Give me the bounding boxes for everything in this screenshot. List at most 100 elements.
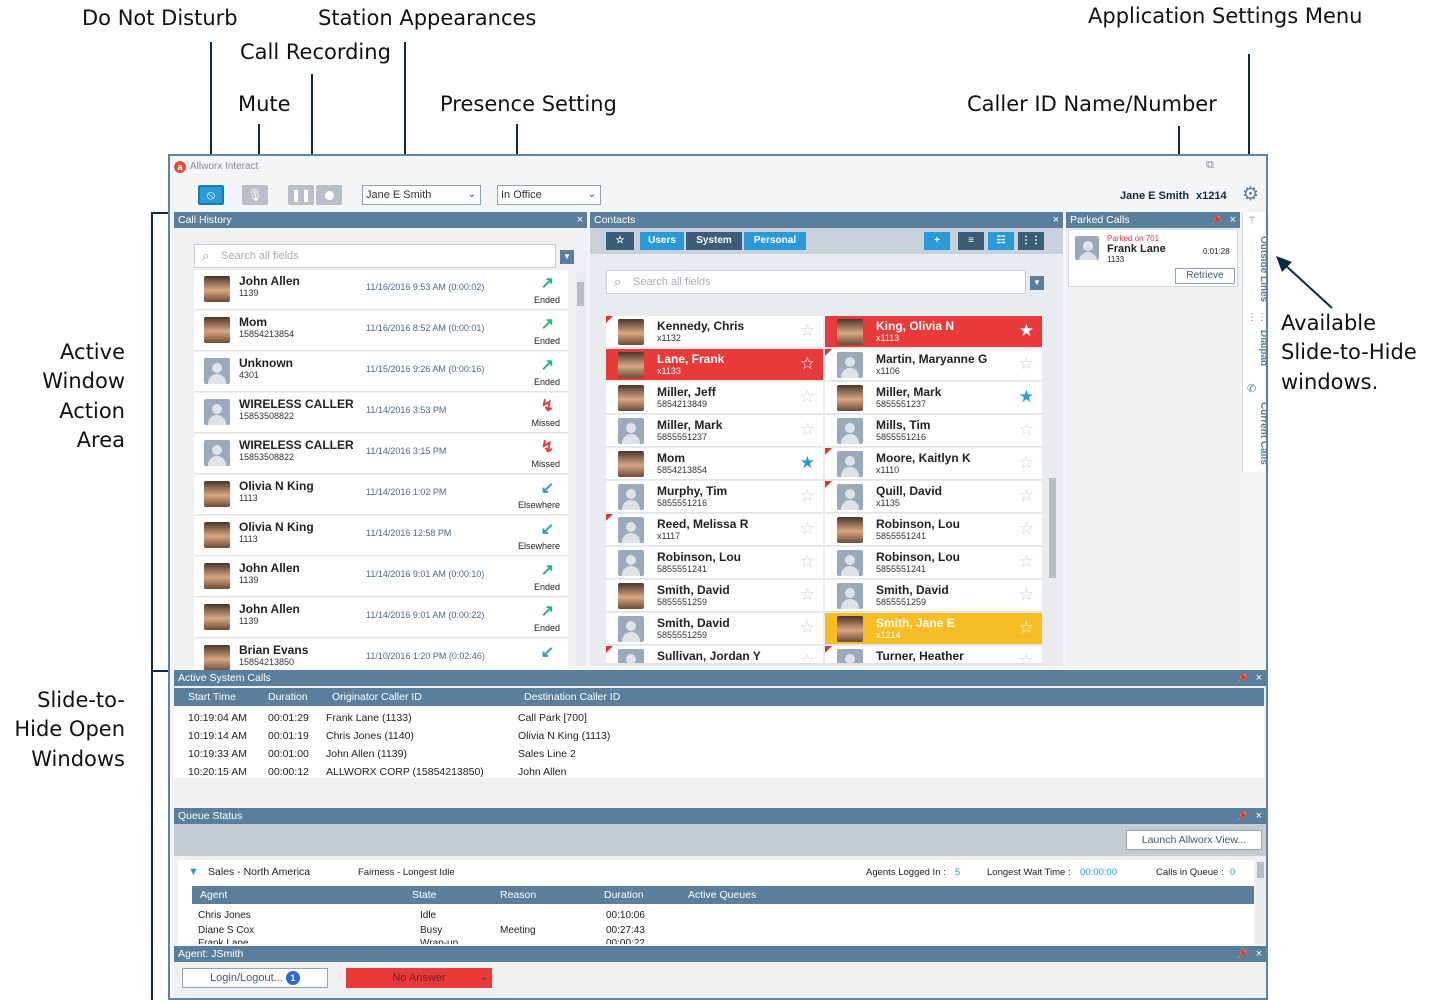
favorite-star-icon[interactable]: ☆ (1019, 552, 1034, 572)
favorite-star-icon[interactable]: ☆ (800, 387, 815, 407)
retrieve-button[interactable]: Retrieve (1175, 268, 1235, 284)
expand-caret-icon[interactable]: ▼ (188, 866, 199, 878)
contact-card[interactable]: King, Olivia Nx1113 ★ (825, 316, 1042, 348)
contact-card[interactable]: Smith, David 5855551259 ☆ (825, 580, 1042, 612)
call-history-row[interactable]: Unknown 4301 11/15/2016 9:26 AM (0:00:16) ↗… (194, 352, 568, 392)
contact-card[interactable]: Miller, Mark 5855551237 ☆ (606, 415, 823, 447)
column-state[interactable]: State (412, 889, 437, 901)
close-icon[interactable]: × (1256, 670, 1262, 686)
call-history-row[interactable]: Mom 15854213854 11/16/2016 8:52 AM (0:00:0… (194, 311, 568, 351)
call-history-row[interactable]: Olivia N King 1113 11/14/2016 1:02 PM ↙ Else… (194, 475, 568, 515)
login-logout-button[interactable]: Login/Logout... 1 (182, 968, 328, 988)
favorite-star-icon[interactable]: ☆ (800, 585, 815, 605)
favorite-star-icon[interactable]: ☆ (1019, 354, 1034, 374)
do-not-disturb-button[interactable]: ⦸ (198, 185, 224, 205)
contact-card[interactable]: Lane, Frank x1133 ☆ (606, 349, 823, 381)
contact-card[interactable]: Miller, Jeff 5854213849 ☆ (606, 382, 823, 414)
launch-allworx-view-button[interactable]: Launch Allworx View... (1126, 830, 1262, 850)
scroll-thumb[interactable] (1257, 862, 1264, 878)
contact-card[interactable]: Mom 5854213854 ★ (606, 448, 823, 480)
record-button[interactable] (316, 185, 342, 205)
favorite-star-icon[interactable]: ☆ (1019, 453, 1034, 473)
contact-card[interactable]: Robinson, Lou 5855551241 ☆ (825, 547, 1042, 579)
close-icon[interactable]: × (1230, 212, 1236, 228)
contact-card[interactable]: Robinson, Lou 5855551241 ☆ (825, 514, 1042, 546)
column-reason[interactable]: Reason (500, 889, 536, 901)
contact-card[interactable]: Kennedy, Chris x1132 ☆ (606, 316, 823, 348)
column-duration[interactable]: Duration (604, 889, 644, 901)
call-history-row[interactable]: Olivia N King 1113 11/14/2016 12:58 PM ↙ Els… (194, 516, 568, 556)
contact-card[interactable]: Smith, David 5855551259 ☆ (606, 613, 823, 645)
filter-dropdown-button[interactable]: ▼ (560, 250, 574, 264)
agent-status-select[interactable]: No Answer ⌄ (346, 968, 492, 988)
column-duration[interactable]: Duration (268, 691, 308, 703)
contact-card[interactable]: Smith, David 5855551259 ☆ (606, 580, 823, 612)
contact-card[interactable]: Smith, Jane Ex1214 ☆ (825, 613, 1042, 645)
grid-view-button[interactable]: ⋮⋮ (1018, 232, 1044, 250)
contact-card[interactable]: Mills, Tim 5855551216 ☆ (825, 415, 1042, 447)
column-active-queues[interactable]: Active Queues (688, 889, 756, 901)
call-history-scrollbar[interactable] (576, 272, 585, 666)
column-originator[interactable]: Originator Caller ID (332, 691, 422, 703)
column-agent[interactable]: Agent (200, 889, 227, 901)
columns-view-button[interactable]: ☷ (988, 232, 1014, 250)
scroll-thumb[interactable] (1049, 478, 1056, 578)
pin-icon[interactable]: 📌 (1237, 946, 1248, 962)
tab-current-calls[interactable]: Current Calls (1245, 402, 1266, 465)
settings-gear-icon[interactable]: ⚙ (1242, 183, 1259, 206)
tab-system[interactable]: System (686, 232, 742, 250)
favorite-star-icon[interactable]: ☆ (800, 651, 815, 663)
favorite-star-icon[interactable]: ☆ (800, 354, 815, 374)
favorite-star-icon[interactable]: ☆ (1019, 618, 1034, 638)
parked-call-card[interactable]: Parked on 701 Frank Lane 1133 0:01:28 Re… (1068, 229, 1238, 287)
contact-card[interactable]: Moore, Kaitlyn Kx1110 ☆ (825, 448, 1042, 480)
pin-icon[interactable]: 📌 (1211, 212, 1222, 228)
favorite-star-icon[interactable]: ☆ (800, 618, 815, 638)
close-icon[interactable]: × (1256, 946, 1262, 962)
filter-dropdown-button[interactable]: ▼ (1030, 276, 1044, 290)
favorite-star-icon[interactable]: ☆ (1019, 585, 1034, 605)
contact-card[interactable]: Martin, Maryanne Gx1106 ☆ (825, 349, 1042, 381)
column-destination[interactable]: Destination Caller ID (524, 691, 620, 703)
contacts-search-input[interactable]: ⌕ Search all fields (606, 270, 1026, 294)
call-history-row[interactable]: John Allen 1139 11/16/2016 9:53 AM (0:00:0… (194, 270, 568, 310)
contact-card[interactable]: Quill, David x1135 ☆ (825, 481, 1042, 513)
contact-card[interactable]: Miller, Mark 5855551237 ★ (825, 382, 1042, 414)
pin-icon[interactable]: 📌 (1237, 670, 1248, 686)
contact-card[interactable]: Robinson, Lou 5855551241 ☆ (606, 547, 823, 579)
favorite-star-icon[interactable]: ☆ (1019, 486, 1034, 506)
mute-button[interactable]: 🎙 (242, 185, 268, 205)
favorite-star-icon[interactable]: ☆ (800, 321, 815, 341)
tab-dialpad[interactable]: Dialpad (1245, 330, 1266, 366)
call-history-search-input[interactable]: ⌕ Search all fields (194, 244, 556, 268)
station-appearance-select[interactable]: Jane E Smith ⌄ (362, 185, 481, 205)
favorite-star-icon[interactable]: ☆ (1019, 651, 1034, 663)
contacts-scrollbar[interactable] (1048, 308, 1057, 666)
favorite-star-icon[interactable]: ☆ (1019, 519, 1034, 539)
contact-card[interactable]: Sullivan, Jordan Y ☆ (606, 646, 823, 664)
column-start-time[interactable]: Start Time (188, 691, 236, 703)
favorite-star-icon[interactable]: ☆ (800, 486, 815, 506)
tab-outside-lines[interactable]: Outside Lines (1245, 236, 1266, 302)
tab-users[interactable]: Users (640, 232, 684, 250)
tab-personal[interactable]: Personal (744, 232, 806, 250)
restore-window-icon[interactable]: ⧉ (1206, 159, 1214, 172)
scroll-thumb[interactable] (577, 282, 584, 306)
close-icon[interactable]: × (1256, 808, 1262, 824)
favorite-star-icon[interactable]: ★ (800, 453, 815, 473)
list-view-button[interactable]: ≡ (958, 232, 984, 250)
call-history-row[interactable]: John Allen 1139 11/14/2016 9:01 AM (0:00:2… (194, 598, 568, 638)
favorite-star-icon[interactable]: ★ (1019, 387, 1034, 407)
queue-scrollbar[interactable] (1256, 860, 1265, 944)
contact-card[interactable]: Reed, Melissa Rx1117 ☆ (606, 514, 823, 546)
favorite-star-icon[interactable]: ☆ (1019, 420, 1034, 440)
contact-card[interactable]: Turner, Heather ☆ (825, 646, 1042, 664)
call-history-row[interactable]: John Allen 1139 11/14/2016 9:01 AM (0:00:1… (194, 557, 568, 597)
close-icon[interactable]: × (1053, 212, 1059, 228)
favorite-star-icon[interactable]: ☆ (800, 519, 815, 539)
pause-recording-button[interactable]: ❚❚ (288, 185, 314, 205)
favorite-star-icon[interactable]: ★ (1019, 321, 1034, 341)
favorite-star-icon[interactable]: ☆ (800, 552, 815, 572)
call-history-row[interactable]: WIRELESS CALLER 15853508822 11/14/2016 3:5… (194, 393, 568, 433)
pin-icon[interactable]: 📌 (1237, 808, 1248, 824)
